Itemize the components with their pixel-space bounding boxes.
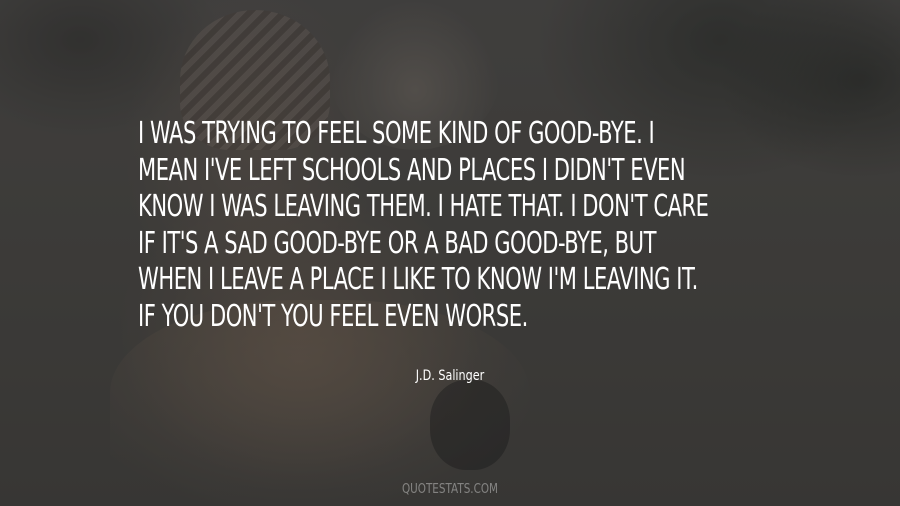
quote-line: I was trying to feel some kind of good-b… xyxy=(138,116,655,151)
quote-line: If you don't you feel even worse. xyxy=(138,298,528,334)
quote-line: when I leave a place I like to know I'm … xyxy=(138,262,698,298)
quote-line: if it's a sad good-bye or a bad good-bye… xyxy=(138,225,656,261)
quote-image: I was trying to feel some kind of good-b… xyxy=(0,0,900,506)
quote-line: mean I've left schools and places I didn… xyxy=(138,152,686,188)
site-watermark: QUOTESTATS.COM xyxy=(401,482,499,497)
quote-line: know I was leaving them. I hate that. I … xyxy=(138,189,709,225)
quote-author: J.D. Salinger xyxy=(415,368,485,384)
quote-text: I was trying to feel some kind of good-b… xyxy=(138,116,709,336)
